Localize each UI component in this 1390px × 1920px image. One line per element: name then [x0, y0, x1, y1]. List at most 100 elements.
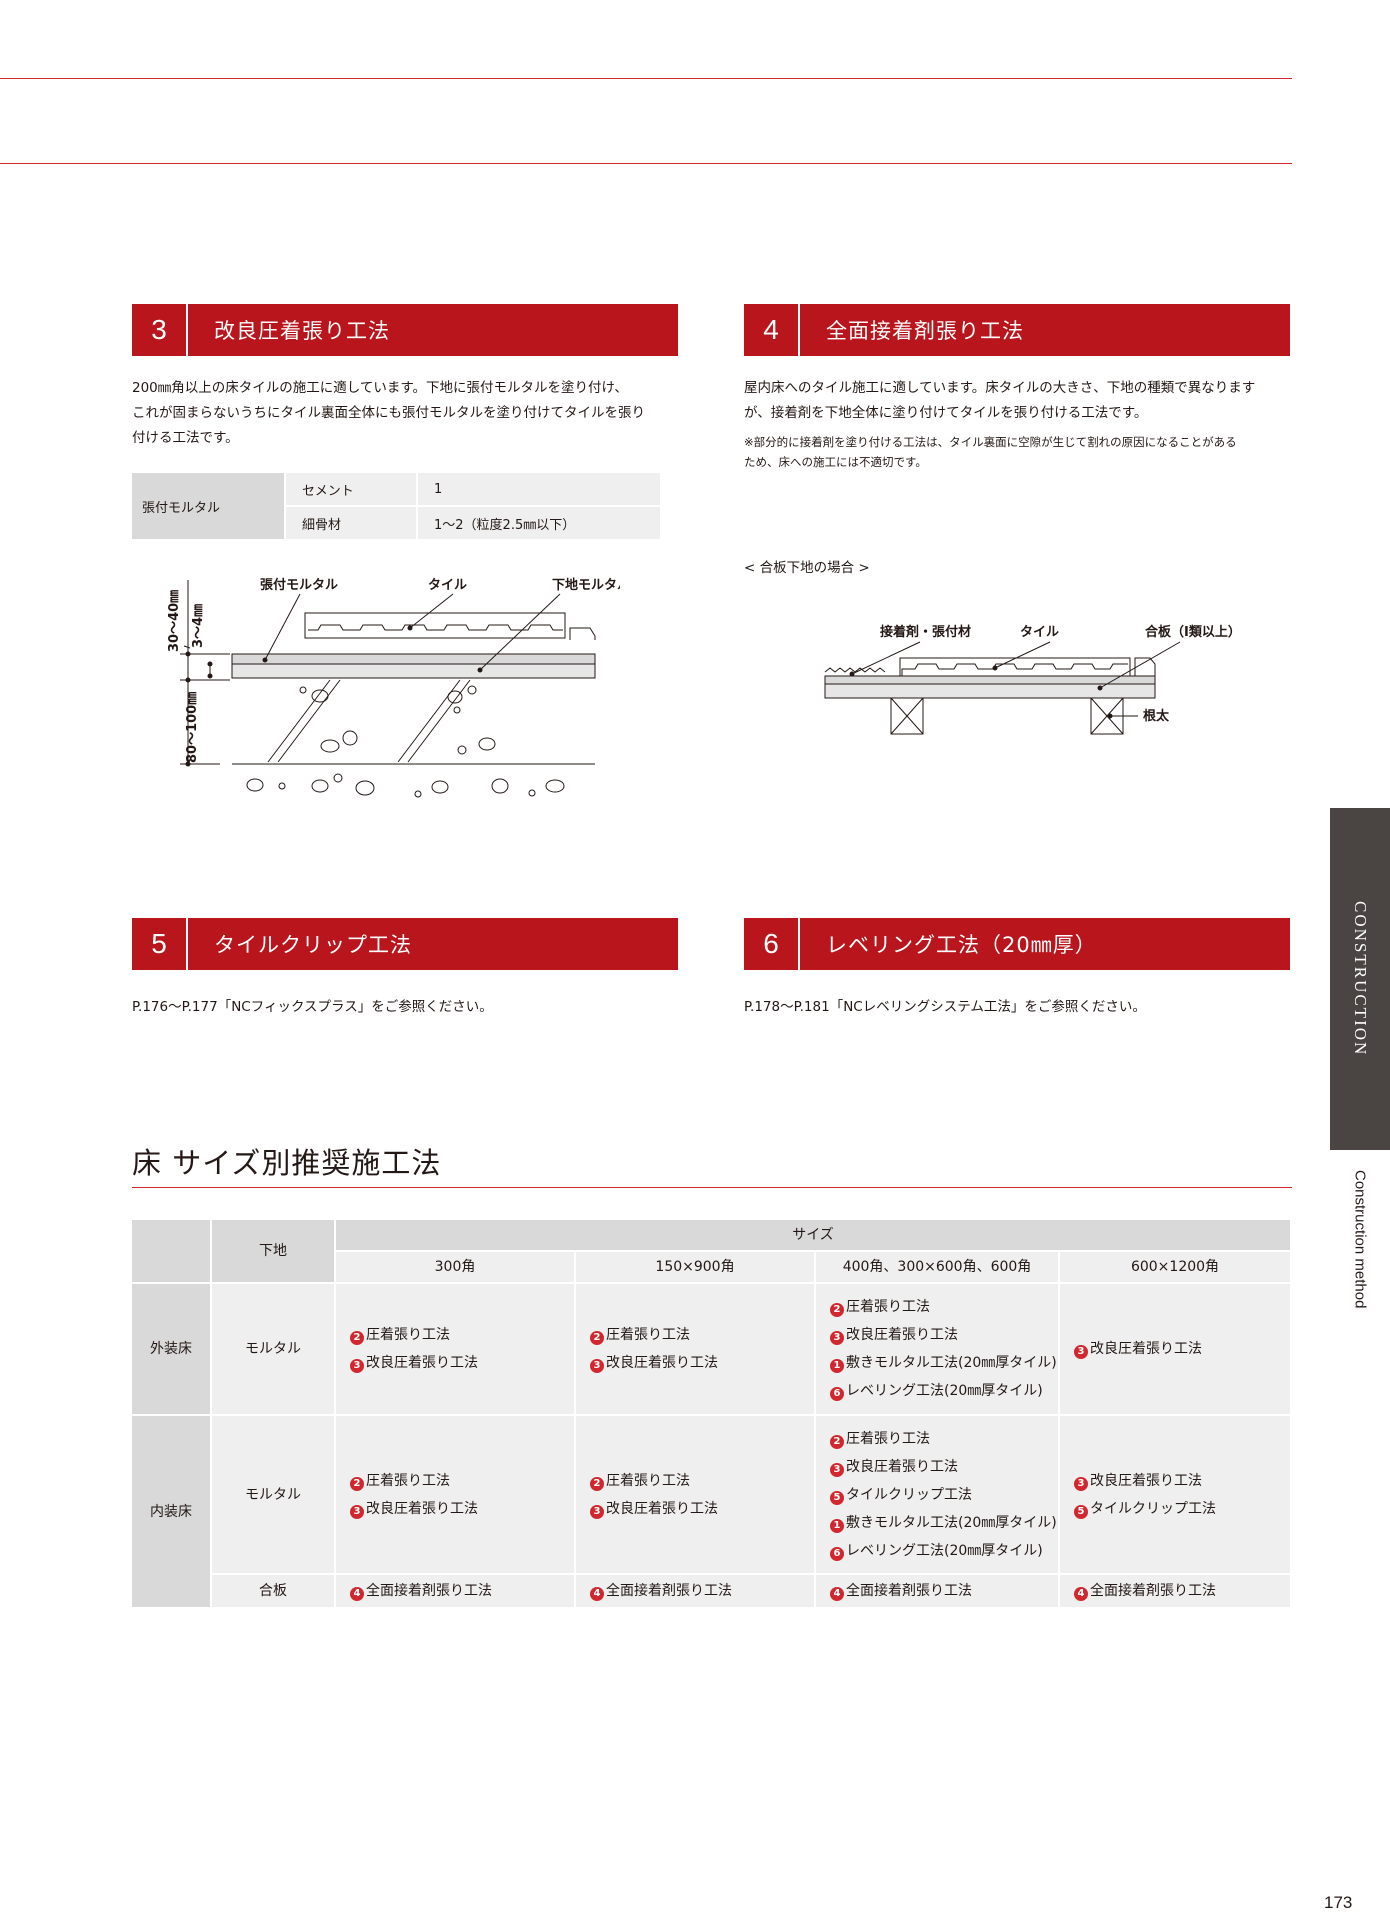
diagram-joists: [890, 697, 1124, 735]
label-adhesive: 接着剤・張付材: [880, 624, 971, 640]
diagram-adhesive-layer: [824, 675, 1156, 685]
label-tile: タイル: [428, 578, 467, 593]
section6-title: レベリング工法（20㎜厚）: [826, 933, 1097, 957]
method-name: 改良圧着張り工法: [1090, 1341, 1202, 1357]
method-number-badge: 5: [830, 1490, 844, 1505]
header-size-column: 600×1200角: [1060, 1252, 1290, 1282]
method-number-badge: 3: [1074, 1476, 1088, 1491]
header-size-column: 400角、300×600角、600角: [816, 1252, 1058, 1282]
method-name: 圧着張り工法: [366, 1472, 450, 1489]
header-size-column: 150×900角: [576, 1252, 814, 1282]
method-item: 6 レベリング工法(20㎜厚タイル): [830, 1377, 1058, 1405]
header-base-label: 下地: [259, 1243, 287, 1259]
mix-key: 細骨材: [286, 507, 418, 541]
page-number: 173: [1324, 1893, 1353, 1912]
method-number-badge: 2: [350, 1476, 364, 1491]
method-number-badge: 3: [1074, 1345, 1088, 1359]
method-name: 圧着張り工法: [846, 1299, 930, 1315]
diagram-tile-edge: [569, 627, 596, 640]
section4-diagram-caption: < 合板下地の場合 >: [744, 560, 870, 576]
top-rule-2: [0, 163, 1292, 164]
category-label: 外装床: [150, 1341, 192, 1357]
method-item: 3 改良圧着張り工法: [830, 1453, 1058, 1481]
section3-line: これが固まらないうちにタイル裏面全体にも張付モルタルを塗り付けてタイルを張り: [132, 405, 645, 421]
method-number-badge: 2: [830, 1434, 844, 1449]
base-cell: モルタル: [212, 1284, 334, 1414]
method-name: 全面接着剤張り工法: [846, 1583, 972, 1599]
side-band-label: CONSTRUCTION: [1330, 808, 1390, 1150]
mortar-mix-table: 張付モルタル セメント 1 細骨材 1〜2（粒度2.5㎜以下）: [132, 473, 660, 541]
section4-line: が、接着剤を下地全体に塗り付けてタイルを張り付ける工法です。: [744, 405, 1148, 421]
method-number-badge: 2: [830, 1303, 844, 1317]
method-item: 3 改良圧着張り工法: [350, 1495, 574, 1523]
method-name: 敷きモルタル工法(20㎜厚タイル): [846, 1514, 1057, 1531]
method-item: 2 圧着張り工法: [590, 1467, 814, 1495]
method-number-badge: 6: [830, 1387, 844, 1401]
method-cell: 2 圧着張り工法 3 改良圧着張り工法: [576, 1416, 814, 1573]
method-item: 3 改良圧着張り工法: [1074, 1467, 1290, 1495]
table-corner: [132, 1220, 210, 1282]
section5-number: 5: [151, 928, 167, 959]
method-name: 改良圧着張り工法: [846, 1458, 958, 1475]
section5-title: タイルクリップ工法: [214, 933, 412, 957]
method-number-badge: 3: [830, 1331, 844, 1345]
method-name: 圧着張り工法: [846, 1430, 930, 1447]
recommend-table: 下地 サイズ 300角 150×900角 400角、300×600角、600角 600×1…: [132, 1220, 1292, 1609]
method-item: 3 改良圧着張り工法: [830, 1321, 1058, 1349]
method-name: 全面接着剤張り工法: [606, 1583, 732, 1599]
method-cell: 2 圧着張り工法 3 改良圧着張り工法: [336, 1284, 574, 1414]
method-cell: 3 改良圧着張り工法 5 タイルクリップ工法: [1060, 1416, 1290, 1573]
method-number-badge: 4: [830, 1587, 844, 1601]
section4-description: 屋内床へのタイル施工に適しています。床タイルの大きさ、下地の種類で異なります が…: [744, 376, 1304, 426]
diagram-base-mortar: [231, 663, 596, 679]
header-size-column: 300角: [336, 1252, 574, 1282]
section3-title: 改良圧着張り工法: [214, 319, 390, 343]
side-band-text: CONSTRUCTION: [1351, 901, 1370, 1057]
method-number-badge: 2: [590, 1331, 604, 1345]
base-cell: モルタル: [212, 1416, 334, 1573]
method-cell: 4 全面接着剤張り工法: [576, 1575, 814, 1607]
section4-note: ※部分的に接着剤を塗り付ける工法は、タイル裏面に空隙が生じて割れの原因になること…: [744, 432, 1304, 472]
section3-number: 3: [151, 314, 167, 345]
base-label: 合板: [259, 1583, 287, 1599]
section4-title: 全面接着剤張り工法: [826, 319, 1024, 343]
dim-80-100: 80〜100㎜: [185, 692, 200, 763]
section6-header: 6 レベリング工法（20㎜厚）: [744, 918, 1290, 970]
method-name: 全面接着剤張り工法: [366, 1583, 492, 1599]
side-english-text: Construction method: [1351, 1170, 1369, 1309]
dim-3-4: 3〜4㎜: [191, 604, 206, 648]
method-item: 3 改良圧着張り工法: [1074, 1335, 1290, 1363]
section3-line: 200㎜角以上の床タイルの施工に適しています。下地に張付モルタルを塗り付け、: [132, 380, 628, 396]
section4-note-line: ※部分的に接着剤を塗り付ける工法は、タイル裏面に空隙が生じて割れの原因になること…: [744, 435, 1237, 449]
method-item: 3 改良圧着張り工法: [590, 1495, 814, 1523]
method-item: 2 圧着張り工法: [830, 1425, 1058, 1453]
method-name: タイルクリップ工法: [1090, 1500, 1216, 1517]
section5-reference: P.176〜P.177「NCフィックスプラス」をご参照ください。: [132, 999, 493, 1015]
dim-30-40: 30〜40㎜: [167, 590, 182, 652]
method-item: 4 全面接着剤張り工法: [830, 1577, 1058, 1605]
section6-number: 6: [763, 928, 779, 959]
method-name: 敷きモルタル工法(20㎜厚タイル): [846, 1355, 1057, 1371]
section4-diagram: 接着剤・張付材 タイル 合板（Ⅰ類以上） 根太: [824, 624, 1241, 735]
method-cell: 2 圧着張り工法 3 改良圧着張り工法 1 敷きモルタル工法(20㎜厚タイル) 6 レベリング…: [816, 1284, 1058, 1414]
side-english: Construction method: [1330, 1170, 1390, 1330]
method-number-badge: 1: [830, 1359, 844, 1373]
header-size: サイズ: [336, 1220, 1290, 1250]
method-cell: 4 全面接着剤張り工法: [816, 1575, 1058, 1607]
method-item: 2 圧着張り工法: [830, 1293, 1058, 1321]
method-cell: 2 圧着張り工法 3 改良圧着張り工法 5 タイルクリップ工法 1 敷きモルタル工法(20㎜厚…: [816, 1416, 1058, 1573]
method-number-badge: 4: [1074, 1587, 1088, 1601]
method-name: 改良圧着張り工法: [366, 1500, 478, 1517]
diagram-plywood: [824, 683, 1156, 699]
diagram-tile-back: [901, 663, 1128, 676]
diagram-aggregate: [246, 685, 565, 798]
method-number-badge: 3: [350, 1504, 364, 1519]
base-cell: 合板: [212, 1575, 334, 1607]
method-cell: 3 改良圧着張り工法: [1060, 1284, 1290, 1414]
recommend-rule: [132, 1187, 1292, 1188]
method-number-badge: 1: [830, 1518, 844, 1533]
method-item: 4 全面接着剤張り工法: [350, 1577, 574, 1605]
diagram-adhesive: [824, 667, 886, 673]
method-name: 改良圧着張り工法: [606, 1355, 718, 1371]
base-label: モルタル: [245, 1341, 301, 1357]
